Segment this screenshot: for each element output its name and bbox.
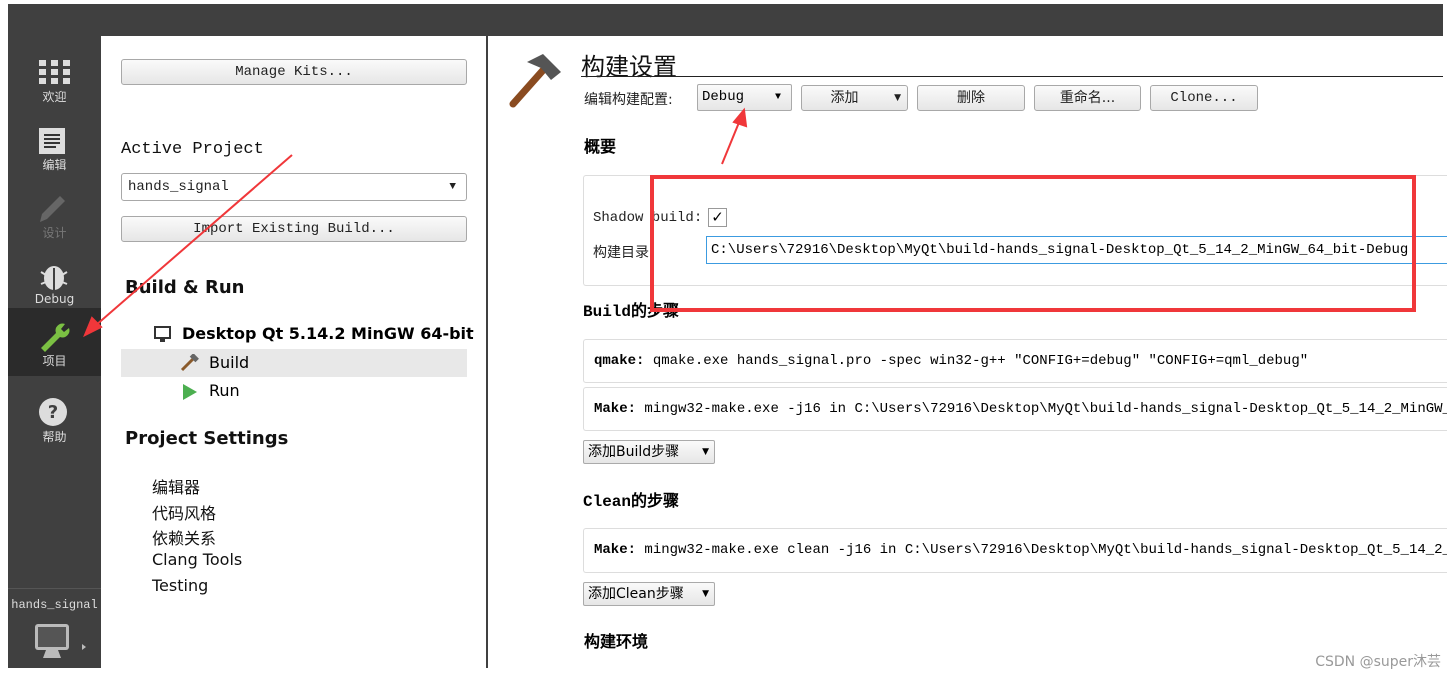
clean-make-step[interactable]: Make: mingw32-make.exe clean -j16 in C:\… xyxy=(583,528,1447,573)
mode-sidebar: 欢迎 编辑 设计 Debug 项目 ? 帮助 hands_signal xyxy=(8,4,101,668)
monitor-icon xyxy=(154,326,171,342)
mode-debug[interactable]: Debug xyxy=(8,248,101,314)
wrench-icon xyxy=(41,323,70,352)
mode-design[interactable]: 设计 xyxy=(8,180,101,246)
settings-item-clang-tools[interactable]: Clang Tools xyxy=(152,550,242,569)
build-item[interactable]: Build xyxy=(121,349,467,377)
svg-text:?: ? xyxy=(48,402,58,423)
edit-config-label: 编辑构建配置: xyxy=(584,92,673,108)
document-icon xyxy=(39,128,65,154)
kit-item[interactable]: Desktop Qt 5.14.2 MinGW 64-bit xyxy=(182,324,474,343)
play-icon xyxy=(183,384,197,400)
project-settings-heading: Project Settings xyxy=(125,428,289,449)
pencil-icon xyxy=(40,196,65,222)
build-run-heading: Build & Run xyxy=(125,277,245,298)
hammer-icon xyxy=(509,54,561,108)
bug-icon xyxy=(40,266,68,290)
arrow-to-config xyxy=(721,107,748,165)
build-steps-heading: Build的步骤 xyxy=(583,303,680,321)
watermark: CSDN @super沐芸 xyxy=(1315,654,1441,670)
build-dir-label: 构建目录: xyxy=(593,245,654,261)
build-env-heading: 构建环境 xyxy=(584,632,649,651)
shadow-build-checkbox[interactable]: ✓ xyxy=(708,208,727,227)
make-step[interactable]: Make: mingw32-make.exe -j16 in C:\Users\… xyxy=(583,387,1447,431)
add-config-button[interactable]: 添加 ▼ xyxy=(801,85,908,111)
run-item[interactable]: Run xyxy=(209,381,240,400)
settings-item-code-style[interactable]: 代码风格 xyxy=(152,500,216,524)
settings-item-testing[interactable]: Testing xyxy=(152,576,208,595)
active-project-select[interactable]: hands_signal ▼ xyxy=(121,173,467,201)
help-icon: ? xyxy=(39,398,67,426)
qmake-step[interactable]: qmake: qmake.exe hands_signal.pro -spec … xyxy=(583,339,1447,383)
chevron-down-icon: ▼ xyxy=(702,589,709,599)
hammer-icon xyxy=(180,354,199,372)
settings-item-editor[interactable]: 编辑器 xyxy=(152,474,200,498)
splitter[interactable] xyxy=(486,4,488,668)
project-selector-label: hands_signal xyxy=(11,598,98,612)
mode-help[interactable]: ? 帮助 xyxy=(8,384,101,450)
top-bar xyxy=(101,4,1443,36)
shadow-build-label: Shadow build: xyxy=(593,210,703,226)
overview-panel: Shadow build: ✓ 构建目录: C:\Users\72916\Des… xyxy=(583,175,1447,286)
mode-projects[interactable]: 项目 xyxy=(8,308,101,376)
remove-config-button[interactable]: 删除 xyxy=(917,85,1025,111)
monitor-icon[interactable] xyxy=(32,622,92,662)
add-build-step-button[interactable]: 添加Build步骤 ▼ xyxy=(583,440,715,464)
chevron-down-icon: ▼ xyxy=(894,93,901,103)
overview-heading: 概要 xyxy=(584,137,617,156)
mode-edit[interactable]: 编辑 xyxy=(8,112,101,178)
import-build-button[interactable]: Import Existing Build... xyxy=(121,216,467,242)
build-config-select[interactable]: Debug ▼ xyxy=(697,84,792,111)
add-clean-step-button[interactable]: 添加Clean步骤 ▼ xyxy=(583,582,715,606)
settings-item-dependencies[interactable]: 依赖关系 xyxy=(152,525,216,549)
clone-config-button[interactable]: Clone... xyxy=(1150,85,1258,111)
chevron-down-icon: ▼ xyxy=(449,181,456,193)
mode-welcome[interactable]: 欢迎 xyxy=(8,44,101,110)
clean-steps-heading: Clean的步骤 xyxy=(583,493,680,511)
grid-icon xyxy=(39,60,70,84)
manage-kits-button[interactable]: Manage Kits... xyxy=(121,59,467,85)
active-project-heading: Active Project xyxy=(121,140,264,159)
chevron-down-icon: ▼ xyxy=(702,447,709,457)
build-dir-input[interactable]: C:\Users\72916\Desktop\MyQt\build-hands_… xyxy=(706,236,1447,264)
chevron-down-icon: ▼ xyxy=(774,92,781,103)
rename-config-button[interactable]: 重命名... xyxy=(1034,85,1141,111)
